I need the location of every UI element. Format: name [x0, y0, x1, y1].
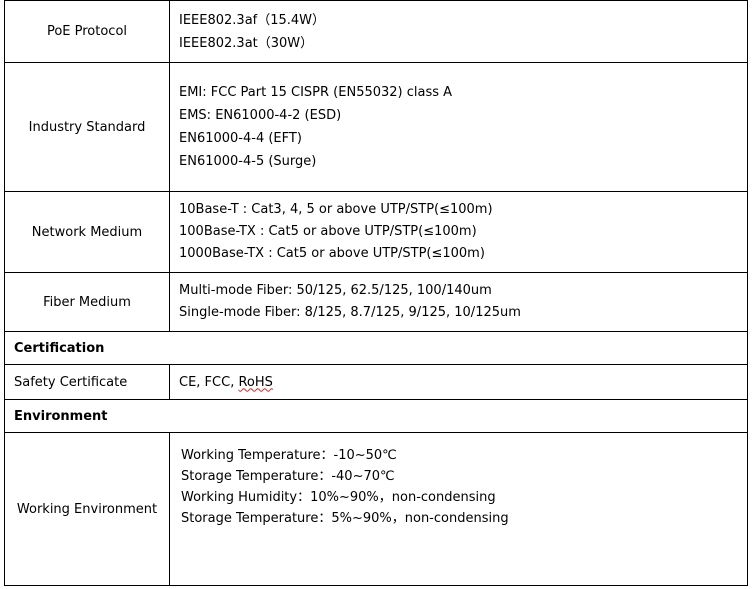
value-line: IEEE802.3af（15.4W）	[179, 12, 326, 28]
value-line: 100Base-TX : Cat5 or above UTP/STP(≤100m…	[179, 224, 477, 239]
section-header-row: Certification	[4, 331, 748, 365]
table-row: Industry Standard EMI: FCC Part 15 CISPR…	[4, 62, 748, 192]
value-line: 1000Base-TX : Cat5 or above UTP/STP(≤100…	[179, 246, 485, 261]
row-value: Multi-mode Fiber: 50/125, 62.5/125, 100/…	[169, 272, 748, 332]
value-line: Single-mode Fiber: 8/125, 8.7/125, 9/125…	[179, 305, 521, 320]
value-line: Working Humidity：10%~90%，non-condensing	[181, 490, 496, 505]
table-row: Fiber Medium Multi-mode Fiber: 50/125, 6…	[4, 272, 748, 332]
table-row: Working Environment Working Temperature：…	[4, 432, 748, 586]
table-row: Network Medium 10Base-T : Cat3, 4, 5 or …	[4, 191, 748, 273]
row-label: Network Medium	[4, 191, 170, 273]
row-value: EMI: FCC Part 15 CISPR (EN55032) class A…	[169, 62, 748, 192]
value-line: Multi-mode Fiber: 50/125, 62.5/125, 100/…	[179, 283, 492, 298]
value-line: EN61000-4-4 (EFT)	[179, 131, 302, 146]
row-label: Fiber Medium	[4, 272, 170, 332]
section-title-environment: Environment	[4, 399, 748, 433]
value-text: CE, FCC,	[179, 374, 239, 390]
section-title-certification: Certification	[4, 331, 748, 365]
value-line: IEEE802.3at（30W）	[179, 35, 314, 51]
row-value: CE, FCC, RoHS	[169, 364, 748, 400]
value-line: Storage Temperature：5%~90%，non-condensin…	[181, 511, 509, 526]
spellcheck-word: RoHS	[238, 374, 273, 390]
value-line: EMI: FCC Part 15 CISPR (EN55032) class A	[179, 85, 453, 100]
value-line: Storage Temperature：-40~70℃	[181, 469, 395, 484]
row-value: Working Temperature：-10~50℃ Storage Temp…	[169, 432, 748, 586]
value-line: EMS: EN61000-4-2 (ESD)	[179, 108, 342, 123]
table-row: Safety Certificate CE, FCC, RoHS	[4, 364, 748, 400]
row-label: Industry Standard	[4, 62, 170, 192]
value-line: Working Temperature：-10~50℃	[181, 448, 397, 463]
row-value: 10Base-T : Cat3, 4, 5 or above UTP/STP(≤…	[169, 191, 748, 273]
value-line: 10Base-T : Cat3, 4, 5 or above UTP/STP(≤…	[179, 202, 493, 217]
row-label: Working Environment	[4, 432, 170, 586]
spec-table: PoE Protocol IEEE802.3af（15.4W） IEEE802.…	[4, 0, 748, 586]
row-label: PoE Protocol	[4, 0, 170, 63]
row-label: Safety Certificate	[4, 364, 170, 400]
row-value: IEEE802.3af（15.4W） IEEE802.3at（30W）	[169, 0, 748, 63]
section-header-row: Environment	[4, 399, 748, 433]
value-line: EN61000-4-5 (Surge)	[179, 154, 317, 169]
table-row: PoE Protocol IEEE802.3af（15.4W） IEEE802.…	[4, 0, 748, 63]
